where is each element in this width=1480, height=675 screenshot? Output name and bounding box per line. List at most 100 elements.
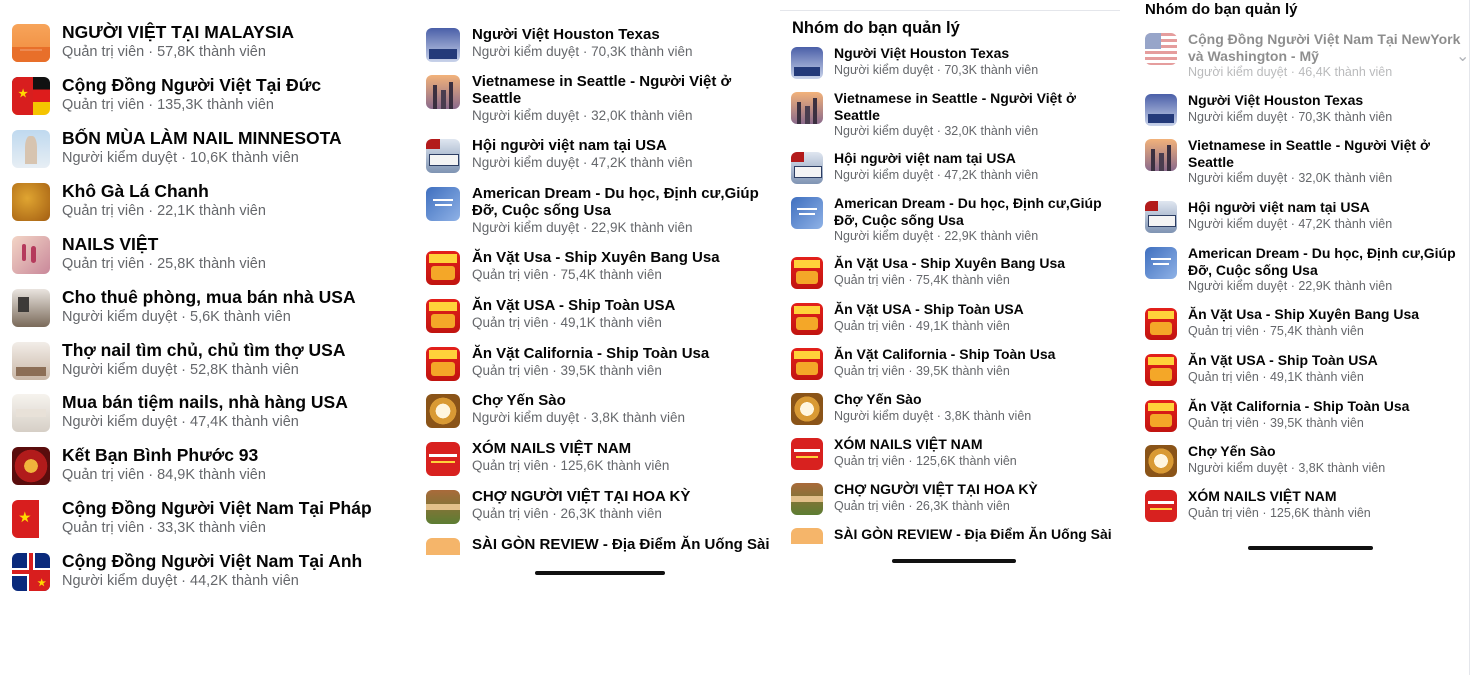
- group-list-panel-4[interactable]: Nhóm do bạn quản lý ⌄ Cộng Đồng Người Vi…: [1134, 0, 1474, 600]
- group-name[interactable]: American Dream - Du học, Định cư,Giúp Đỡ…: [1188, 245, 1474, 278]
- group-list-item[interactable]: Người Việt Houston Texas Người kiểm duyệt…: [1134, 92, 1474, 126]
- group-name[interactable]: Hội người việt nam tại USA: [834, 150, 1120, 167]
- group-name[interactable]: Ăn Vặt Usa - Ship Xuyên Bang Usa: [1188, 306, 1474, 323]
- group-name[interactable]: Cộng Đồng Người Việt Tại Đức: [62, 75, 400, 96]
- group-list-item[interactable]: Người Việt Houston Texas Người kiểm duyệt…: [780, 45, 1120, 79]
- group-name[interactable]: NAILS VIỆT: [62, 234, 400, 255]
- group-name[interactable]: American Dream - Du học, Định cư,Giúp Đỡ…: [834, 195, 1120, 228]
- group-list-item[interactable]: Cộng Đồng Người Việt Nam Tại Pháp Quản tr…: [0, 498, 400, 538]
- group-name[interactable]: Vietnamese in Seattle - Người Việt ở Sea…: [472, 73, 774, 107]
- group-list-panel-2[interactable]: Người Việt Houston Texas Người kiểm duyệt…: [414, 0, 774, 600]
- group-name[interactable]: Cộng Đồng Người Việt Nam Tại NewYork và …: [1188, 31, 1474, 64]
- group-list-item[interactable]: Hội người việt nam tại USA Người kiểm duy…: [1134, 199, 1474, 233]
- group-name[interactable]: Ăn Vặt USA - Ship Toàn USA: [1188, 352, 1474, 369]
- group-role-member-count: Quản trị viên · 57,8K thành viên: [62, 44, 266, 60]
- group-role-member-count: Quản trị viên · 26,3K thành viên: [834, 498, 1010, 513]
- group-list-item[interactable]: NAILS VIỆT Quản trị viên · 25,8K thành vi…: [0, 234, 400, 274]
- group-list-item[interactable]: Chợ Yến Sào Người kiểm duyệt · 3,8K thành…: [1134, 443, 1474, 477]
- group-list-item[interactable]: Chợ Yến Sào Người kiểm duyệt · 3,8K thành…: [414, 392, 774, 428]
- group-text: BỐN MÙA LÀM NAIL MINNESOTA Người kiểm duy…: [62, 128, 400, 168]
- group-list-item[interactable]: Ăn Vặt California - Ship Toàn Usa Quản tr…: [414, 345, 774, 381]
- group-list-item[interactable]: Ăn Vặt USA - Ship Toàn USA Quản trị viên …: [780, 301, 1120, 335]
- group-list-item[interactable]: XÓM NAILS VIỆT NAM Quản trị viên · 125,6K…: [780, 436, 1120, 470]
- group-list-item[interactable]: Thợ nail tìm chủ, chủ tìm thợ USA Người k…: [0, 340, 400, 380]
- group-list-item[interactable]: American Dream - Du học, Định cư,Giúp Đỡ…: [414, 185, 774, 237]
- group-name[interactable]: XÓM NAILS VIỆT NAM: [472, 440, 774, 457]
- group-list-item[interactable]: Mua bán tiệm nails, nhà hàng USA Người ki…: [0, 392, 400, 432]
- group-list-item[interactable]: Kết Bạn Bình Phước 93 Quản trị viên · 84,…: [0, 445, 400, 485]
- group-name[interactable]: Cho thuê phòng, mua bán nhà USA: [62, 287, 400, 308]
- group-list-item[interactable]: SÀI GÒN REVIEW - Địa Điểm Ăn Uống Sài: [414, 536, 774, 572]
- group-name[interactable]: Hội người việt nam tại USA: [1188, 199, 1474, 216]
- group-name[interactable]: Người Việt Houston Texas: [1188, 92, 1474, 109]
- group-name[interactable]: Chợ Yến Sào: [1188, 443, 1474, 460]
- group-list-item[interactable]: American Dream - Du học, Định cư,Giúp Đỡ…: [780, 195, 1120, 245]
- group-list-item[interactable]: XÓM NAILS VIỆT NAM Quản trị viên · 125,6K…: [414, 440, 774, 476]
- group-name[interactable]: BỐN MÙA LÀM NAIL MINNESOTA: [62, 128, 400, 149]
- group-name[interactable]: Hội người việt nam tại USA: [472, 137, 774, 154]
- group-list-item[interactable]: Cộng Đồng Người Việt Nam Tại NewYork và …: [1134, 31, 1474, 81]
- group-text: Khô Gà Lá Chanh Quản trị viên · 22,1K thà…: [62, 181, 400, 221]
- group-name[interactable]: Ăn Vặt California - Ship Toàn Usa: [472, 345, 774, 362]
- group-list-item[interactable]: Vietnamese in Seattle - Người Việt ở Sea…: [414, 73, 774, 125]
- group-list-item[interactable]: Hội người việt nam tại USA Người kiểm duy…: [780, 150, 1120, 184]
- group-name[interactable]: Cộng Đồng Người Việt Nam Tại Pháp: [62, 498, 400, 519]
- group-name[interactable]: Ăn Vặt Usa - Ship Xuyên Bang Usa: [834, 255, 1120, 272]
- group-list-panel-1[interactable]: NGƯỜI VIỆT TẠI MALAYSIA Quản trị viên · 5…: [0, 0, 400, 600]
- group-name[interactable]: NGƯỜI VIỆT TẠI MALAYSIA: [62, 22, 400, 43]
- group-list-item[interactable]: American Dream - Du học, Định cư,Giúp Đỡ…: [1134, 245, 1474, 295]
- group-name[interactable]: CHỢ NGƯỜI VIỆT TẠI HOA KỲ: [472, 488, 774, 505]
- hope-logo-thumbnail: [791, 197, 823, 229]
- group-name[interactable]: Thợ nail tìm chủ, chủ tìm thợ USA: [62, 340, 400, 361]
- group-list-item[interactable]: Cộng Đồng Người Việt Tại Đức Quản trị viê…: [0, 75, 400, 115]
- group-name[interactable]: CHỢ NGƯỜI VIỆT TẠI HOA KỲ: [834, 481, 1120, 498]
- group-list-item[interactable]: Khô Gà Lá Chanh Quản trị viên · 22,1K thà…: [0, 181, 400, 221]
- group-list-item[interactable]: Ăn Vặt USA - Ship Toàn USA Quản trị viên …: [1134, 352, 1474, 386]
- group-name[interactable]: Khô Gà Lá Chanh: [62, 181, 400, 202]
- group-name[interactable]: SÀI GÒN REVIEW - Địa Điểm Ăn Uống Sài: [472, 536, 774, 553]
- group-name[interactable]: Vietnamese in Seattle - Người Việt ở Sea…: [1188, 137, 1474, 170]
- group-name[interactable]: SÀI GÒN REVIEW - Địa Điểm Ăn Uống Sài: [834, 526, 1120, 543]
- group-list-item[interactable]: Cho thuê phòng, mua bán nhà USA Người kiể…: [0, 287, 400, 327]
- group-list-item[interactable]: Chợ Yến Sào Người kiểm duyệt · 3,8K thành…: [780, 391, 1120, 425]
- group-list-item[interactable]: CHỢ NGƯỜI VIỆT TẠI HOA KỲ Quản trị viên ·…: [780, 481, 1120, 515]
- flag-thumbnail: [12, 77, 50, 115]
- group-name[interactable]: Cộng Đồng Người Việt Nam Tại Anh: [62, 551, 400, 572]
- group-role-member-count: Quản trị viên · 49,1K thành viên: [1188, 369, 1364, 384]
- group-list-item[interactable]: Hội người việt nam tại USA Người kiểm duy…: [414, 137, 774, 173]
- group-name[interactable]: Ăn Vặt California - Ship Toàn Usa: [834, 346, 1120, 363]
- group-name[interactable]: Ăn Vặt Usa - Ship Xuyên Bang Usa: [472, 249, 774, 266]
- group-list-item[interactable]: Ăn Vặt Usa - Ship Xuyên Bang Usa Quản trị…: [1134, 306, 1474, 340]
- group-list-item[interactable]: Ăn Vặt California - Ship Toàn Usa Quản tr…: [780, 346, 1120, 380]
- group-text: Hội người việt nam tại USA Người kiểm duy…: [472, 137, 774, 172]
- group-list-item[interactable]: XÓM NAILS VIỆT NAM Quản trị viên · 125,6K…: [1134, 488, 1474, 522]
- group-name[interactable]: Ăn Vặt USA - Ship Toàn USA: [834, 301, 1120, 318]
- group-name[interactable]: XÓM NAILS VIỆT NAM: [1188, 488, 1474, 505]
- group-name[interactable]: Mua bán tiệm nails, nhà hàng USA: [62, 392, 400, 413]
- group-list-item[interactable]: Cộng Đồng Người Việt Nam Tại Anh Người ki…: [0, 551, 400, 591]
- group-name[interactable]: Chợ Yến Sào: [834, 391, 1120, 408]
- group-name[interactable]: Chợ Yến Sào: [472, 392, 774, 409]
- group-list-item[interactable]: Ăn Vặt California - Ship Toàn Usa Quản tr…: [1134, 398, 1474, 432]
- group-list-item[interactable]: BỐN MÙA LÀM NAIL MINNESOTA Người kiểm duy…: [0, 128, 400, 168]
- group-list-item[interactable]: NGƯỜI VIỆT TẠI MALAYSIA Quản trị viên · 5…: [0, 22, 400, 62]
- group-list-item[interactable]: Vietnamese in Seattle - Người Việt ở Sea…: [1134, 137, 1474, 187]
- group-name[interactable]: XÓM NAILS VIỆT NAM: [834, 436, 1120, 453]
- group-list-item[interactable]: Người Việt Houston Texas Người kiểm duyệt…: [414, 26, 774, 62]
- group-name[interactable]: Vietnamese in Seattle - Người Việt ở Sea…: [834, 90, 1120, 123]
- group-role-member-count: Quản trị viên · 75,4K thành viên: [472, 267, 662, 282]
- group-list-item[interactable]: SÀI GÒN REVIEW - Địa Điểm Ăn Uống Sài: [780, 526, 1120, 560]
- group-name[interactable]: Người Việt Houston Texas: [472, 26, 774, 43]
- group-list-item[interactable]: Ăn Vặt USA - Ship Toàn USA Quản trị viên …: [414, 297, 774, 333]
- group-name[interactable]: Kết Bạn Bình Phước 93: [62, 445, 400, 466]
- group-role-member-count: Quản trị viên · 49,1K thành viên: [834, 318, 1010, 333]
- group-list-item[interactable]: Ăn Vặt Usa - Ship Xuyên Bang Usa Quản trị…: [780, 255, 1120, 289]
- group-list-item[interactable]: Vietnamese in Seattle - Người Việt ở Sea…: [780, 90, 1120, 140]
- group-name[interactable]: Ăn Vặt California - Ship Toàn Usa: [1188, 398, 1474, 415]
- group-list-item[interactable]: Ăn Vặt Usa - Ship Xuyên Bang Usa Quản trị…: [414, 249, 774, 285]
- group-name[interactable]: American Dream - Du học, Định cư,Giúp Đỡ…: [472, 185, 774, 219]
- group-list-panel-3[interactable]: Nhóm do bạn quản lý Người Việt Houston T…: [780, 0, 1120, 600]
- group-list-item[interactable]: CHỢ NGƯỜI VIỆT TẠI HOA KỲ Quản trị viên ·…: [414, 488, 774, 524]
- group-name[interactable]: Ăn Vặt USA - Ship Toàn USA: [472, 297, 774, 314]
- group-name[interactable]: Người Việt Houston Texas: [834, 45, 1120, 62]
